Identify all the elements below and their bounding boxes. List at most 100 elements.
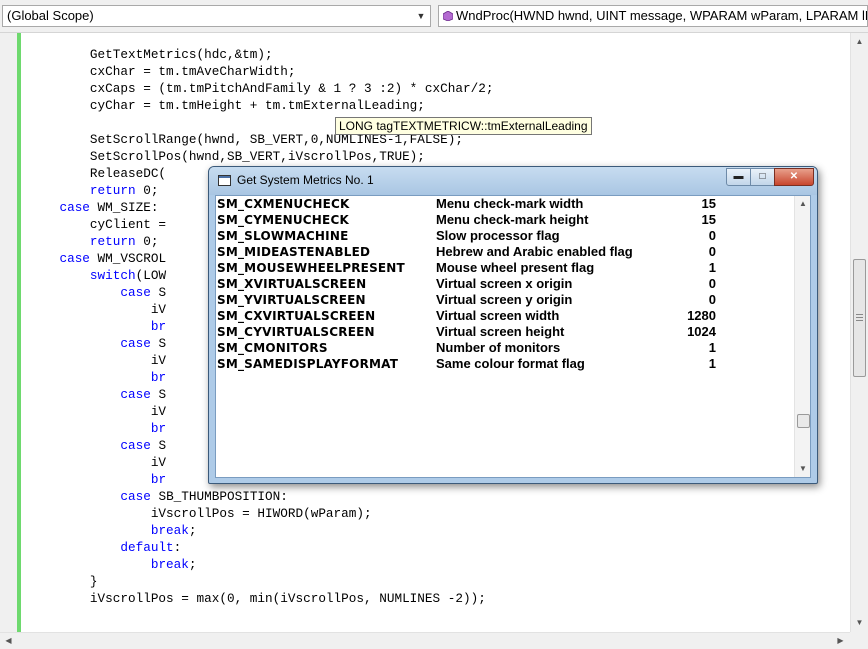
function-dropdown-value: WndProc(HWND hwnd, UINT message, WPARAM …: [456, 8, 868, 23]
metric-description: Same colour format flag: [436, 356, 585, 371]
scope-dropdown[interactable]: (Global Scope) ▼: [2, 5, 431, 27]
code-keyword: br: [150, 370, 167, 385]
metrics-row: SM_XVIRTUALSCREEN Virtual screen x origin…: [216, 276, 794, 292]
metric-description: Number of monitors: [436, 340, 561, 355]
metric-description: Virtual screen y origin: [436, 292, 573, 307]
metric-value: 1: [708, 356, 716, 371]
metric-description: Hebrew and Arabic enabled flag: [436, 244, 633, 259]
code-token: iV: [29, 302, 167, 317]
code-line[interactable]: GetTextMetrics(hdc,&tm);: [29, 46, 493, 63]
code-line[interactable]: SetScrollPos(hwnd,SB_VERT,iVscrollPos,TR…: [29, 148, 493, 165]
code-token: iVscrollPos = max(0, min(iVscrollPos, NU…: [29, 591, 486, 606]
code-keyword: return: [89, 234, 136, 249]
method-icon: [443, 11, 453, 21]
scrollbar-corner: [850, 632, 868, 649]
arrow-left-icon[interactable]: ◀: [0, 633, 17, 649]
app-window-icon[interactable]: [218, 175, 231, 186]
metric-value: 1280: [687, 308, 716, 323]
metric-value: 1: [708, 260, 716, 275]
code-line[interactable]: break;: [29, 522, 493, 539]
metric-description: Menu check-mark width: [436, 196, 584, 211]
editor-gutter: [0, 33, 17, 632]
minimize-button[interactable]: ▬: [726, 168, 751, 186]
code-token: S: [150, 285, 167, 300]
code-line[interactable]: cxChar = tm.tmAveCharWidth;: [29, 63, 493, 80]
code-token: cyClient =: [29, 217, 167, 232]
code-line[interactable]: break;: [29, 556, 493, 573]
code-token: iV: [29, 404, 167, 419]
code-keyword: switch: [89, 268, 136, 283]
editor-scroll-thumb[interactable]: [853, 259, 866, 377]
arrow-up-icon[interactable]: ▲: [795, 196, 810, 212]
code-token: ;: [188, 557, 197, 572]
code-token: S: [150, 336, 167, 351]
window-vertical-scrollbar[interactable]: ▲ ▼: [794, 196, 810, 477]
code-keyword: break: [150, 523, 189, 538]
metric-name: SM_YVIRTUALSCREEN: [217, 293, 366, 307]
minimize-icon: ▬: [733, 171, 744, 182]
thumb-grip-line: [856, 314, 863, 315]
metrics-row: SM_CMONITORS Number of monitors 1: [216, 340, 794, 356]
metric-name: SM_SLOWMACHINE: [217, 229, 349, 243]
code-line[interactable]: iVscrollPos = max(0, min(iVscrollPos, NU…: [29, 590, 493, 607]
editor-vertical-scrollbar[interactable]: ▲ ▼: [850, 33, 868, 632]
code-line[interactable]: cxCaps = (tm.tmPitchAndFamily & 1 ? 3 :2…: [29, 80, 494, 97]
navigation-bar: (Global Scope) ▼ WndProc(HWND hwnd, UINT…: [0, 0, 868, 33]
window-title-bar[interactable]: Get System Metrics No. 1 ▬ □ ✕: [209, 167, 817, 195]
arrow-up-icon[interactable]: ▲: [851, 33, 868, 50]
metrics-row: SM_CYVIRTUALSCREEN Virtual screen height 1…: [216, 324, 794, 340]
metric-value: 0: [708, 244, 716, 259]
metric-description: Menu check-mark height: [436, 212, 589, 227]
editor-horizontal-scrollbar[interactable]: ◀ ▶: [0, 632, 850, 649]
code-token: iVscrollPos = HIWORD(wParam);: [29, 506, 372, 521]
code-keyword: return: [89, 183, 136, 198]
code-token: S: [150, 438, 167, 453]
code-token: cyChar = tm.tmHeight + tm.tmExternalLead…: [29, 98, 425, 113]
function-dropdown[interactable]: WndProc(HWND hwnd, UINT message, WPARAM …: [438, 5, 868, 27]
metric-value: 15: [701, 196, 716, 211]
metric-description: Virtual screen height: [436, 324, 565, 339]
arrow-right-icon[interactable]: ▶: [832, 633, 849, 649]
code-keyword: case: [59, 200, 90, 215]
arrow-down-icon[interactable]: ▼: [795, 461, 810, 477]
system-metrics-window[interactable]: Get System Metrics No. 1 ▬ □ ✕ SM_CXMENU…: [208, 166, 818, 484]
metric-value: 0: [708, 276, 716, 291]
thumb-grip-line: [856, 320, 863, 321]
metrics-row: SM_MIDEASTENABLED Hebrew and Arabic enabl…: [216, 244, 794, 260]
code-keyword: br: [150, 421, 167, 436]
arrow-down-icon[interactable]: ▼: [851, 614, 868, 631]
code-token: 0;: [135, 183, 159, 198]
metrics-row: SM_YVIRTUALSCREEN Virtual screen y origin…: [216, 292, 794, 308]
code-line[interactable]: iVscrollPos = HIWORD(wParam);: [29, 505, 493, 522]
metric-value: 1: [708, 340, 716, 355]
chevron-down-icon[interactable]: ▼: [415, 6, 427, 26]
close-button[interactable]: ✕: [774, 168, 814, 186]
code-keyword: case: [120, 387, 151, 402]
code-line[interactable]: cyChar = tm.tmHeight + tm.tmExternalLead…: [29, 97, 493, 114]
code-line[interactable]: case SB_THUMBPOSITION:: [29, 488, 493, 505]
code-line[interactable]: }: [29, 573, 493, 590]
code-token: GetTextMetrics(hdc,&tm);: [29, 47, 273, 62]
code-keyword: br: [150, 472, 167, 487]
code-keyword: case: [120, 285, 151, 300]
maximize-icon: □: [759, 171, 766, 182]
maximize-button[interactable]: □: [750, 168, 775, 186]
code-line[interactable]: default:: [29, 539, 493, 556]
close-icon: ✕: [789, 171, 799, 182]
metric-value: 0: [708, 228, 716, 243]
code-token: ;: [188, 523, 197, 538]
metric-name: SM_CMONITORS: [217, 341, 328, 355]
window-scroll-thumb[interactable]: [797, 414, 810, 428]
metric-name: SM_SAMEDISPLAYFORMAT: [217, 357, 399, 371]
metrics-row: SM_CXVIRTUALSCREEN Virtual screen width 12…: [216, 308, 794, 324]
code-token: ReleaseDC(: [29, 166, 167, 181]
